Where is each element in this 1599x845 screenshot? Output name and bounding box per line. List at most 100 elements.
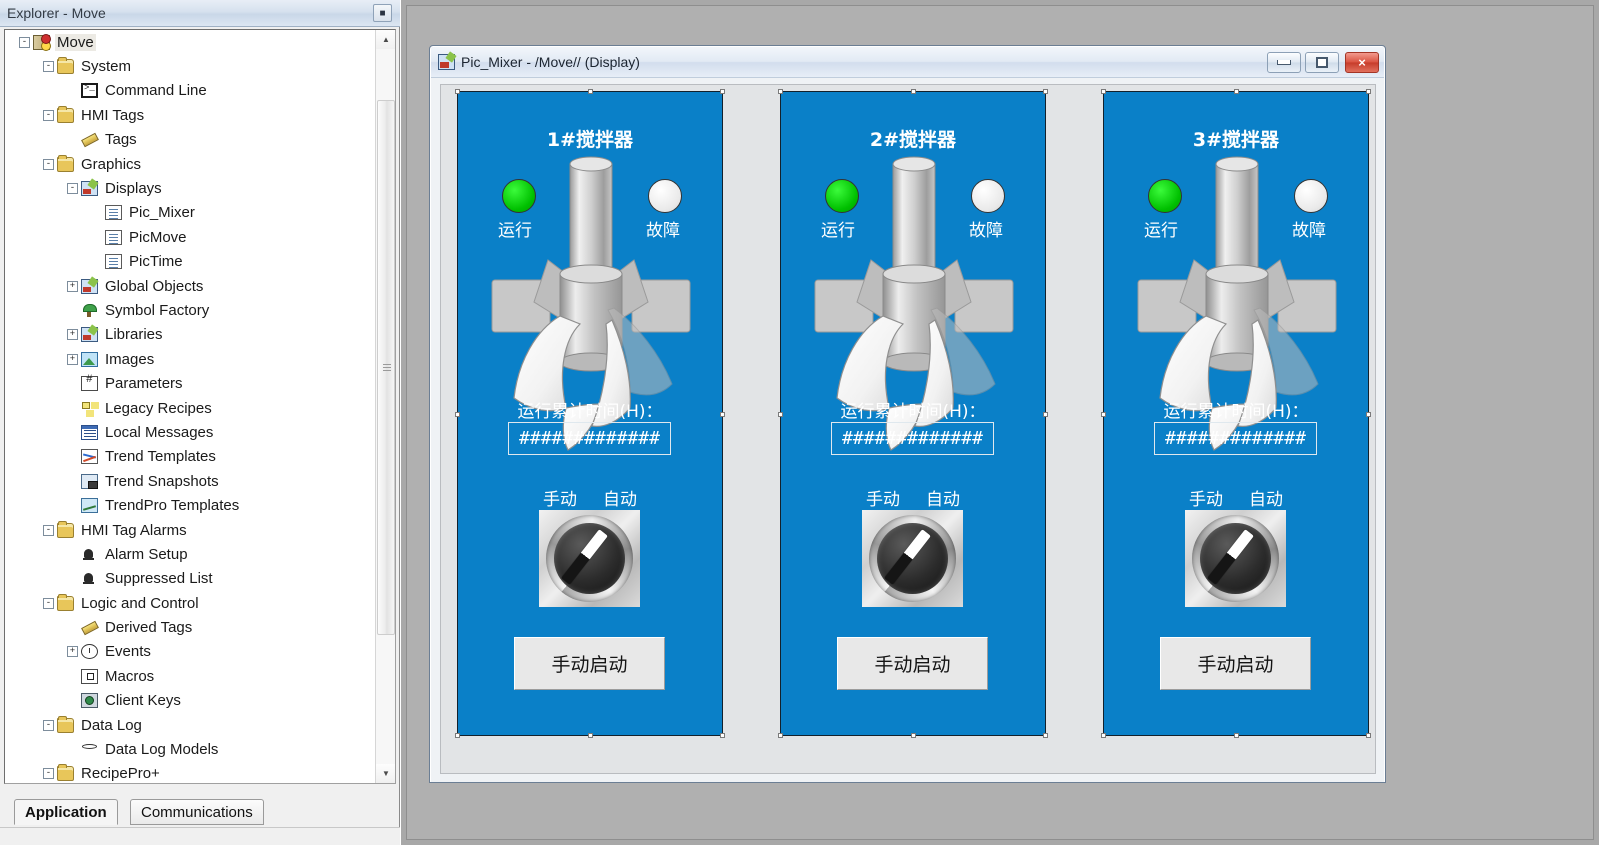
explorer-tab-application[interactable]: Application: [14, 799, 118, 825]
scroll-down-arrow-icon[interactable]: ▼: [376, 764, 395, 783]
display-window-titlebar[interactable]: Pic_Mixer - /Move// (Display) ×: [431, 47, 1384, 78]
tree-item-data-log-models[interactable]: Data Log Models: [5, 737, 375, 761]
selection-handle-w[interactable]: [1101, 412, 1106, 417]
selection-handle-se[interactable]: [1043, 733, 1048, 738]
selection-handle-nw[interactable]: [778, 89, 783, 94]
explorer-tree: -Move-SystemCommand Line-HMI TagsTags-Gr…: [4, 29, 396, 784]
tree-item-tags[interactable]: Tags: [5, 128, 375, 152]
selection-handle-w[interactable]: [778, 412, 783, 417]
symbol-icon: [81, 303, 98, 318]
close-icon: ×: [1358, 55, 1366, 70]
expand-icon[interactable]: +: [67, 329, 78, 341]
runtime-hours-value[interactable]: #############: [508, 422, 671, 455]
tree-item-label: Logic and Control: [81, 594, 199, 612]
tree-item-logic-and-control[interactable]: - Logic and Control: [5, 591, 375, 615]
tree-item-system[interactable]: - System: [5, 54, 375, 78]
tree-item-events[interactable]: + Events: [5, 640, 375, 664]
tree-item-data-log[interactable]: - Data Log: [5, 713, 375, 737]
tree-item-symbol-factory[interactable]: Symbol Factory: [5, 298, 375, 322]
selection-handle-nw[interactable]: [455, 89, 460, 94]
tree-item-legacy-recipes[interactable]: Legacy Recipes: [5, 396, 375, 420]
selection-handle-s[interactable]: [911, 733, 916, 738]
tree-item-trendpro-templates[interactable]: TrendPro Templates: [5, 493, 375, 517]
tree-item-trend-snapshots[interactable]: Trend Snapshots: [5, 469, 375, 493]
tree-item-displays[interactable]: - Displays: [5, 176, 375, 200]
selection-handle-n[interactable]: [588, 89, 593, 94]
collapse-icon[interactable]: -: [43, 719, 54, 731]
tree-item-graphics[interactable]: - Graphics: [5, 152, 375, 176]
expand-icon[interactable]: +: [67, 353, 78, 365]
tree-item-client-keys[interactable]: Client Keys: [5, 689, 375, 713]
collapse-icon[interactable]: -: [19, 36, 30, 48]
collapse-icon[interactable]: -: [43, 768, 54, 780]
selection-handle-s[interactable]: [1234, 733, 1239, 738]
selection-handle-e[interactable]: [1043, 412, 1048, 417]
maximize-icon: [1316, 57, 1328, 68]
tree-item-images[interactable]: + Images: [5, 347, 375, 371]
tree-item-command-line[interactable]: Command Line: [5, 79, 375, 103]
display-canvas[interactable]: 1#搅拌器 运行 故障 运行累计时间(H)： ############# 手动 …: [440, 84, 1376, 774]
selection-handle-n[interactable]: [911, 89, 916, 94]
mixer-panel-1[interactable]: 1#搅拌器 运行 故障 运行累计时间(H)： ############# 手动 …: [455, 89, 725, 738]
tree-item-alarm-setup[interactable]: Alarm Setup: [5, 542, 375, 566]
tree-item-macros[interactable]: Macros: [5, 664, 375, 688]
maximize-button[interactable]: [1305, 52, 1339, 73]
tree-vertical-scrollbar[interactable]: ▲ ▼: [375, 30, 395, 783]
selection-handle-sw[interactable]: [455, 733, 460, 738]
manual-start-button[interactable]: 手动启动: [1160, 637, 1311, 690]
runtime-hours-value[interactable]: #############: [1154, 422, 1317, 455]
display-window-title: Pic_Mixer - /Move// (Display): [461, 54, 640, 70]
collapse-icon[interactable]: -: [67, 183, 78, 195]
collapse-icon[interactable]: -: [43, 597, 54, 609]
scroll-up-arrow-icon[interactable]: ▲: [376, 30, 395, 49]
tree-item-move[interactable]: - Move: [5, 30, 375, 54]
selection-handle-sw[interactable]: [1101, 733, 1106, 738]
selection-handle-w[interactable]: [455, 412, 460, 417]
tree-item-hmi-tag-alarms[interactable]: - HMI Tag Alarms: [5, 518, 375, 542]
collapse-icon[interactable]: -: [43, 158, 54, 170]
selection-handle-sw[interactable]: [778, 733, 783, 738]
tree-item-pictime[interactable]: PicTime: [5, 250, 375, 274]
selection-handle-ne[interactable]: [720, 89, 725, 94]
selection-handle-nw[interactable]: [1101, 89, 1106, 94]
tree-item-trend-templates[interactable]: Trend Templates: [5, 445, 375, 469]
mode-selector-switch[interactable]: [539, 510, 640, 607]
selection-handle-s[interactable]: [588, 733, 593, 738]
close-button[interactable]: ×: [1345, 52, 1379, 73]
tree-item-picmove[interactable]: PicMove: [5, 225, 375, 249]
explorer-tab-communications[interactable]: Communications: [130, 799, 264, 825]
collapse-icon[interactable]: -: [43, 524, 54, 536]
scrollbar-thumb[interactable]: [377, 100, 395, 635]
runtime-hours-value[interactable]: #############: [831, 422, 994, 455]
selection-handle-e[interactable]: [720, 412, 725, 417]
tree-item-pic-mixer[interactable]: Pic_Mixer: [5, 201, 375, 225]
collapse-icon[interactable]: -: [43, 61, 54, 73]
selection-handle-se[interactable]: [720, 733, 725, 738]
expand-icon[interactable]: +: [67, 646, 78, 658]
tree-item-global-objects[interactable]: + Global Objects: [5, 274, 375, 298]
tree-item-libraries[interactable]: + Libraries: [5, 323, 375, 347]
selection-handle-ne[interactable]: [1366, 89, 1371, 94]
mixer-panel-2[interactable]: 2#搅拌器 运行 故障 运行累计时间(H)： ############# 手动 …: [778, 89, 1048, 738]
mode-selector-switch[interactable]: [1185, 510, 1286, 607]
tree-item-derived-tags[interactable]: Derived Tags: [5, 615, 375, 639]
tree-item-label: Parameters: [105, 375, 183, 393]
tree-item-parameters[interactable]: Parameters: [5, 371, 375, 395]
selection-handle-ne[interactable]: [1043, 89, 1048, 94]
tree-item-suppressed-list[interactable]: Suppressed List: [5, 567, 375, 591]
expand-icon[interactable]: +: [67, 280, 78, 292]
mixer-panel-3[interactable]: 3#搅拌器 运行 故障 运行累计时间(H)： ############# 手动 …: [1101, 89, 1371, 738]
manual-start-button[interactable]: 手动启动: [837, 637, 988, 690]
selection-handle-e[interactable]: [1366, 412, 1371, 417]
collapse-icon[interactable]: -: [43, 109, 54, 121]
tree-item-local-messages[interactable]: Local Messages: [5, 420, 375, 444]
tree-item-hmi-tags[interactable]: - HMI Tags: [5, 103, 375, 127]
explorer-close-icon[interactable]: ■: [373, 4, 392, 22]
selection-handle-se[interactable]: [1366, 733, 1371, 738]
tree-item-recipepro[interactable]: - RecipePro+: [5, 762, 375, 783]
selection-handle-n[interactable]: [1234, 89, 1239, 94]
manual-start-button[interactable]: 手动启动: [514, 637, 665, 690]
mode-selector-switch[interactable]: [862, 510, 963, 607]
minimize-button[interactable]: [1267, 52, 1301, 73]
